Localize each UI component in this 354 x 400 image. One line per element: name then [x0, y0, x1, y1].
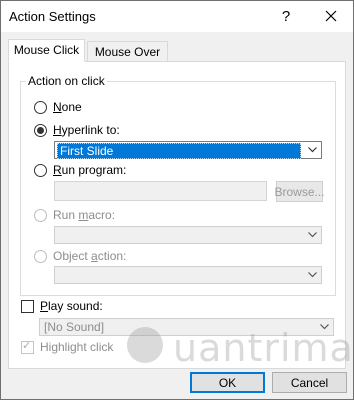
radio-run-program[interactable]: Run program: [34, 163, 126, 177]
title-bar: Action Settings ? [1, 1, 353, 32]
hyperlink-select-value: First Slide [57, 143, 301, 159]
radio-hyperlink-label: Hyperlink to: [53, 123, 120, 137]
macro-select-value [57, 228, 61, 242]
ok-button[interactable]: OK [190, 372, 265, 393]
sound-select-value: [No Sound] [44, 320, 105, 334]
hyperlink-select[interactable]: First Slide [54, 141, 322, 159]
radio-none-button[interactable] [34, 100, 47, 114]
play-sound-label: Play sound: [40, 299, 103, 313]
action-group-legend: Action on click [28, 74, 105, 88]
radio-object-action[interactable]: Object action: [34, 249, 126, 263]
radio-hyperlink-button[interactable] [34, 123, 47, 137]
close-button[interactable] [318, 4, 344, 28]
radio-object-action-button[interactable] [34, 249, 47, 263]
tab-mouse-over[interactable]: Mouse Over [87, 41, 168, 62]
radio-run-macro-label: Run macro: [53, 208, 116, 222]
radio-run-macro[interactable]: Run macro: [34, 208, 115, 222]
play-sound-checkbox[interactable] [21, 299, 34, 313]
help-button[interactable]: ? [273, 4, 299, 28]
radio-none-label: None [53, 100, 82, 114]
highlight-click-label: Highlight click [40, 340, 114, 354]
highlight-click-checkbox[interactable]: ✓ [21, 339, 34, 354]
tab-mouse-click[interactable]: Mouse Click [8, 39, 85, 62]
watermark-text: uantrimang [173, 326, 354, 370]
checkmark-icon: ✓ [22, 339, 32, 352]
chevron-down-icon[interactable] [303, 227, 321, 243]
tab-panel-mouse-click: Action on click None Hyperlink to: First… [8, 61, 346, 369]
radio-run-macro-button[interactable] [34, 208, 47, 222]
highlight-click-row[interactable]: ✓ Highlight click [21, 340, 113, 354]
action-settings-dialog: Action Settings ? Mouse Click Mouse Over… [0, 0, 354, 400]
radio-run-program-button[interactable] [34, 163, 47, 177]
radio-none[interactable]: None [34, 100, 82, 114]
object-action-select[interactable] [54, 266, 322, 284]
program-path-input[interactable] [54, 181, 267, 201]
chevron-down-icon[interactable] [303, 142, 321, 158]
watermark-logo-icon [127, 327, 163, 363]
chevron-down-icon[interactable] [303, 267, 321, 283]
radio-object-action-label: Object action: [53, 249, 127, 263]
radio-run-program-label: Run program: [53, 163, 127, 177]
object-action-select-value [57, 268, 61, 282]
help-icon: ? [281, 7, 291, 25]
dialog-title: Action Settings [9, 9, 96, 24]
close-icon [325, 10, 337, 22]
browse-button[interactable]: Browse... [275, 181, 325, 202]
play-sound-checkbox-row[interactable]: Play sound: [21, 299, 103, 313]
cancel-button[interactable]: Cancel [272, 372, 347, 393]
radio-hyperlink[interactable]: Hyperlink to: [34, 123, 120, 137]
macro-select[interactable] [54, 226, 322, 244]
